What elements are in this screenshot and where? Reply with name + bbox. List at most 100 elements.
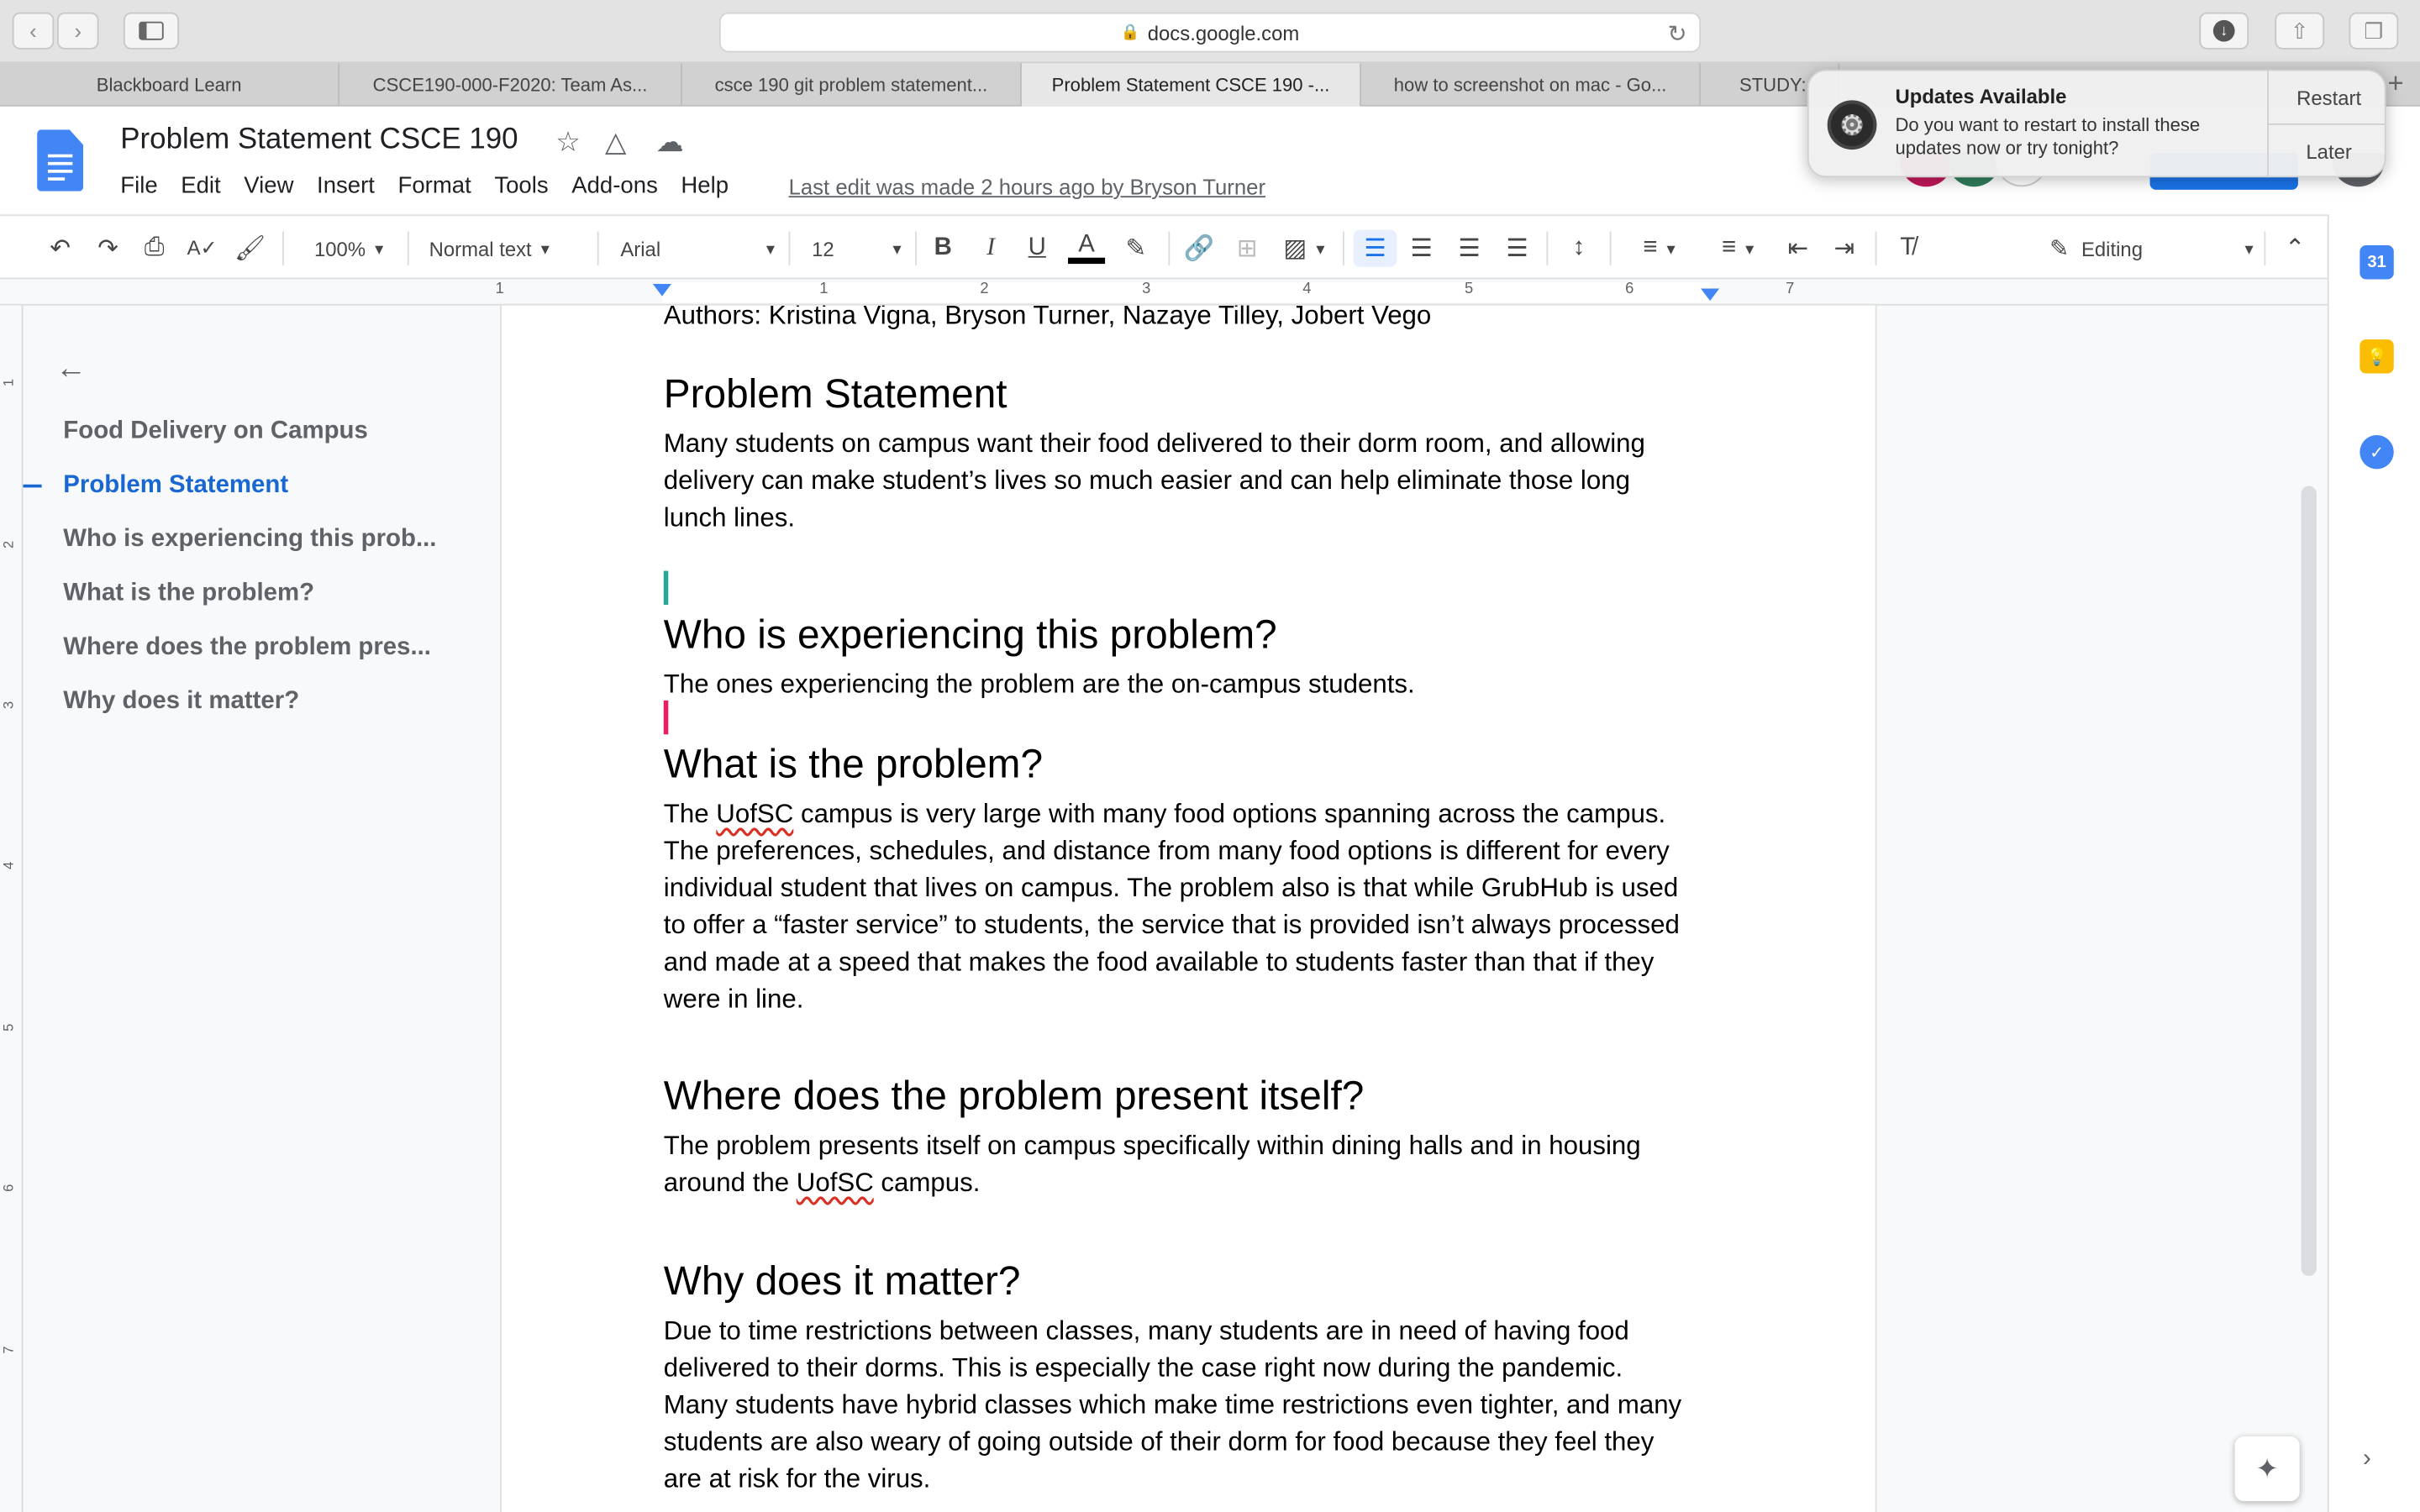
notification-body: Do you want to restart to install these … <box>1895 113 2201 160</box>
align-center-icon[interactable]: ☰ <box>1404 230 1438 267</box>
zoom-select[interactable]: 100% <box>302 230 395 267</box>
line-spacing-icon[interactable]: ↕ <box>1562 230 1596 267</box>
right-indent-handle[interactable] <box>1701 288 1720 302</box>
undo-icon[interactable]: ↶ <box>43 230 76 267</box>
restart-button[interactable]: Restart <box>2268 71 2385 125</box>
align-left-icon[interactable]: ☰ <box>1353 229 1397 267</box>
comment-icon[interactable]: ⊞ <box>1230 230 1264 267</box>
bold-button[interactable]: B <box>926 230 960 267</box>
menu-file[interactable]: File <box>120 173 157 199</box>
menu-insert[interactable]: Insert <box>317 173 375 199</box>
text-line: Many students have hybrid classes which … <box>663 1389 1682 1420</box>
keep-icon[interactable]: 💡 <box>2360 339 2394 374</box>
style-select[interactable]: Normal text <box>429 230 584 267</box>
tab-label: how to screenshot on mac - Go... <box>1393 74 1667 96</box>
menu-bar: File Edit View Insert Format Tools Add-o… <box>120 173 751 199</box>
forward-button[interactable]: › <box>56 12 99 50</box>
clear-formatting-icon[interactable]: T̸ <box>1891 230 1924 267</box>
paragraph: The problem presents itself on campus sp… <box>664 1128 1728 1202</box>
reload-icon[interactable]: ↻ <box>1667 20 1686 48</box>
increase-indent-icon[interactable]: ⇥ <box>1828 230 1861 267</box>
print-icon[interactable]: ⎙ <box>137 230 171 267</box>
text-color-icon: A <box>1078 231 1095 258</box>
cloud-status-icon[interactable]: ☁ <box>656 127 684 160</box>
text-color-button[interactable]: A <box>1068 230 1106 267</box>
arrow-left-icon[interactable]: ← <box>55 352 87 387</box>
outline-item-active[interactable]: Problem Statement <box>63 472 288 500</box>
chevron-right-icon[interactable]: › <box>2363 1446 2371 1473</box>
formatting-toolbar: ↶ ↷ ⎙ A✓ 🖌 100% Normal text Arial 12 B I… <box>0 214 2328 280</box>
address-bar[interactable]: 🔒 docs.google.com ↻ <box>718 12 1702 53</box>
left-indent-handle[interactable] <box>652 283 671 297</box>
share-sheet-button[interactable]: ⇧ <box>2275 12 2325 50</box>
menu-help[interactable]: Help <box>681 173 729 199</box>
font-select[interactable]: Arial <box>620 230 775 267</box>
redo-icon[interactable]: ↷ <box>91 230 124 267</box>
outline-item[interactable]: Where does the problem pres... <box>63 634 431 662</box>
tab-problem-statement[interactable]: Problem Statement CSCE 190 -... <box>1021 63 1361 107</box>
ruler-number: 2 <box>980 281 989 298</box>
editing-mode-select[interactable]: ✎ Editing ▾ <box>2049 230 2253 267</box>
underline-button[interactable]: U <box>1020 230 1054 267</box>
tab-label: STUDY: <box>1739 74 1807 96</box>
tasks-icon[interactable]: ✓ <box>2360 434 2394 470</box>
later-button[interactable]: Later <box>2269 125 2385 176</box>
downloads-button[interactable]: ↓ <box>2199 12 2249 50</box>
bold-icon: B <box>934 234 952 261</box>
italic-icon: I <box>986 234 996 261</box>
menu-tools[interactable]: Tools <box>494 173 548 199</box>
menu-format[interactable]: Format <box>398 173 471 199</box>
align-right-icon[interactable]: ☰ <box>1452 230 1486 267</box>
menu-view[interactable]: View <box>244 173 293 199</box>
ruler-number: 4 <box>0 861 17 870</box>
sidebar-toggle-button[interactable] <box>123 12 180 50</box>
explore-button[interactable]: ✦ <box>2234 1436 2300 1502</box>
docs-logo-icon[interactable] <box>37 129 84 192</box>
menu-addons[interactable]: Add-ons <box>571 173 658 199</box>
link-icon[interactable]: 🔗 <box>1181 230 1218 267</box>
text-line: The UofSC campus is very large with many… <box>664 796 1728 833</box>
back-button[interactable]: ‹ <box>12 12 55 50</box>
tab-csce190-team[interactable]: CSCE190-000-F2020: Team As... <box>339 63 682 107</box>
font-size-select[interactable]: 12 <box>812 230 902 267</box>
outline-item[interactable]: What is the problem? <box>63 580 314 608</box>
tab-screenshot-search[interactable]: how to screenshot on mac - Go... <box>1361 63 1702 107</box>
tab-git-problem[interactable]: csce 190 git problem statement... <box>682 63 1022 107</box>
star-icon[interactable]: ☆ <box>555 127 581 160</box>
image-icon[interactable]: ▨ <box>1278 230 1330 267</box>
collapse-menus-icon[interactable]: ⌃ <box>2278 230 2312 267</box>
misspelled-word[interactable]: UofSC <box>797 1168 874 1197</box>
outline-item[interactable]: Why does it matter? <box>63 688 299 716</box>
active-outline-marker <box>23 484 42 488</box>
decrease-indent-icon[interactable]: ⇤ <box>1781 230 1815 267</box>
collaborator-cursor <box>663 570 669 605</box>
document-page[interactable]: Authors: Kristina Vigna, Bryson Turner, … <box>501 305 1876 1512</box>
misspelled-word[interactable]: UofSC <box>716 799 793 828</box>
menu-edit[interactable]: Edit <box>181 173 220 199</box>
last-edit-link[interactable]: Last edit was made 2 hours ago by Bryson… <box>789 175 1265 199</box>
move-to-drive-icon[interactable]: △ <box>605 127 626 160</box>
spellcheck-icon[interactable]: A✓ <box>185 230 218 267</box>
tabs-overview-button[interactable]: ❐ <box>2349 12 2399 50</box>
highlight-icon[interactable]: ✎ <box>1119 230 1153 267</box>
italic-button[interactable]: I <box>974 230 1007 267</box>
new-tab-icon[interactable]: + <box>2387 68 2403 101</box>
ruler-number: 3 <box>1142 281 1151 298</box>
document-title[interactable]: Problem Statement CSCE 190 <box>120 123 518 157</box>
outline-item[interactable]: Who is experiencing this prob... <box>63 526 436 554</box>
ruler-number: 1 <box>495 281 504 298</box>
explore-icon: ✦ <box>2255 1452 2280 1484</box>
tab-blackboard[interactable]: Blackboard Learn <box>0 63 340 107</box>
editing-mode-value: Editing <box>2081 236 2143 260</box>
scrollbar[interactable] <box>2301 486 2317 1276</box>
numbered-list-icon[interactable]: ≡ <box>1628 230 1690 267</box>
outline-item[interactable]: Food Delivery on Campus <box>63 418 368 446</box>
text-line: to offer a “faster service” to students,… <box>663 910 1680 940</box>
paint-format-icon[interactable]: 🖌 <box>233 230 266 267</box>
justify-icon[interactable]: ☰ <box>1500 230 1534 267</box>
ruler-number: 1 <box>0 378 17 387</box>
collaborator-cursor <box>663 700 669 735</box>
text-line: The problem presents itself on campus sp… <box>663 1131 1641 1161</box>
bulleted-list-icon[interactable]: ≡ <box>1707 230 1768 267</box>
calendar-icon[interactable]: 31 <box>2360 245 2394 280</box>
